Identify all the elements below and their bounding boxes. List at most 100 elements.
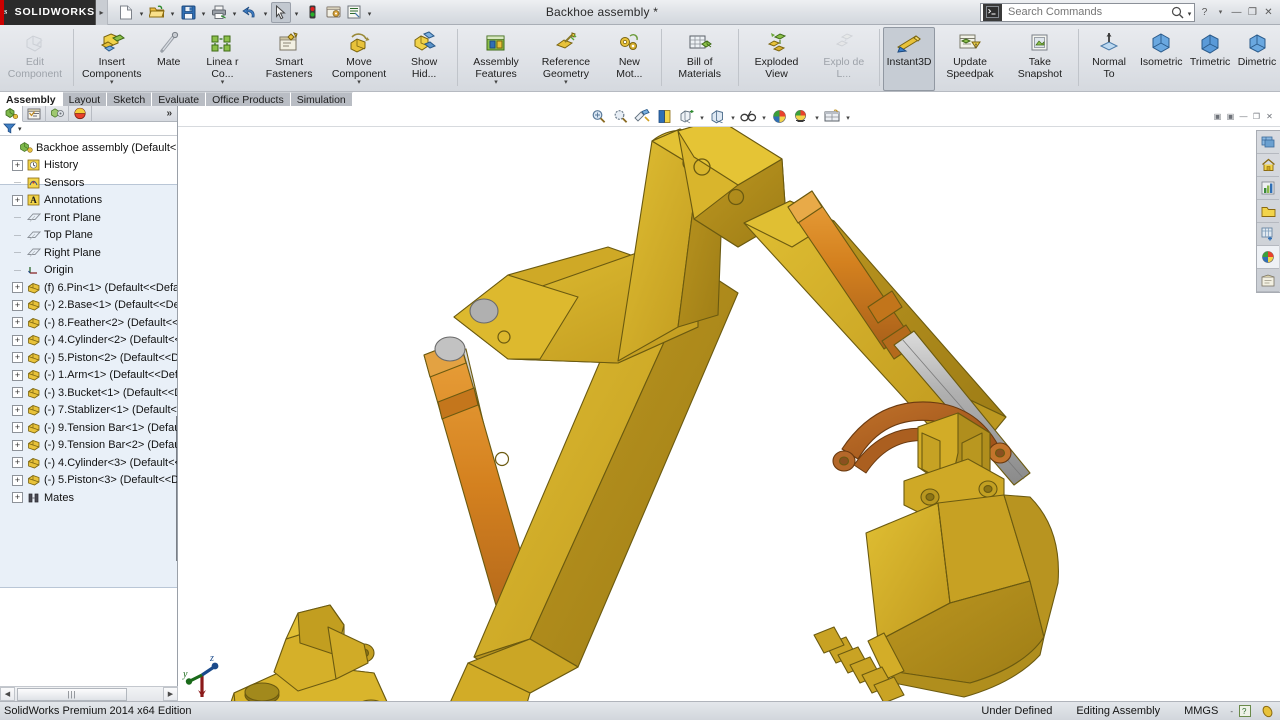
file-properties-button[interactable] (344, 2, 364, 23)
tree-item-sensors[interactable]: —Sensors (2, 174, 177, 192)
solidworks-logo[interactable]: ƋS SOLIDWORKS (0, 0, 96, 25)
tree-expand-toggle[interactable]: + (12, 457, 23, 468)
zoom-to-area-button[interactable] (610, 107, 631, 126)
instant3d-button[interactable]: Instant3D (883, 27, 935, 91)
assembly-features-caret[interactable]: ▾ (494, 80, 498, 86)
section-view-button[interactable] (632, 107, 653, 126)
dimetric-button[interactable]: Dimetric (1234, 27, 1280, 91)
rail-item-view-palette[interactable] (1257, 131, 1279, 154)
tab-evaluate[interactable]: Evaluate (152, 92, 206, 106)
tree-item-piston-3[interactable]: +(-) 5.Piston<3> (Default<<D (2, 472, 177, 490)
tree-item-top-plane[interactable]: —Top Plane (2, 227, 177, 245)
search-scope-icon[interactable] (983, 4, 1002, 21)
linear-component-pattern-caret[interactable]: ▾ (221, 80, 225, 86)
tree-expand-toggle[interactable]: + (12, 300, 23, 311)
tree-item-bucket[interactable]: +(-) 3.Bucket<1> (Default<<D (2, 384, 177, 402)
units-label[interactable]: MMGS (1172, 703, 1230, 720)
display-style-caret[interactable]: ▾ (698, 107, 706, 126)
graphics-viewport[interactable]: z y x (178, 127, 1280, 701)
normal-to-button[interactable]: Normal To (1082, 27, 1137, 91)
undo-button[interactable] (240, 2, 260, 23)
tree-item-annotations[interactable]: +AAnnotations (2, 192, 177, 210)
search-caret[interactable]: ▾ (1185, 2, 1194, 23)
move-component-button[interactable]: Move Component▾ (324, 27, 394, 91)
help-dropdown-caret[interactable]: ▾ (1213, 3, 1228, 21)
tree-root-backhoe-assembly[interactable]: Backhoe assembly (Default<D (2, 139, 177, 157)
update-speedpak-button[interactable]: Update Speedpak (935, 27, 1005, 91)
tree-horizontal-scrollbar[interactable]: ◀ ||| ▶ (0, 686, 178, 701)
tree-expand-toggle[interactable]: + (12, 160, 23, 171)
tree-expand-toggle[interactable]: + (12, 335, 23, 346)
minimize-doc-button[interactable]: — (1238, 111, 1249, 122)
viewport-caret[interactable]: ▾ (844, 107, 852, 126)
property-manager-tab[interactable] (23, 106, 46, 122)
tree-expand-toggle[interactable]: + (12, 317, 23, 328)
minimize-window-button[interactable]: — (1229, 3, 1244, 21)
hide-show-items-caret[interactable]: ▾ (729, 107, 737, 126)
tile-doc-button[interactable]: ▣ (1225, 111, 1236, 122)
reference-geometry-button[interactable]: Reference Geometry▾ (531, 27, 601, 91)
view-settings-caret[interactable]: ▾ (813, 107, 821, 126)
menu-expand-arrow[interactable]: ▸ (96, 0, 108, 25)
tree-item-front-plane[interactable]: —Front Plane (2, 209, 177, 227)
new-motion-study-button[interactable]: New Mot... (601, 27, 658, 91)
tree-expand-toggle[interactable]: + (12, 195, 23, 206)
view-orientation-button[interactable] (654, 107, 675, 126)
open-document-button[interactable] (147, 2, 167, 23)
scroll-thumb[interactable]: ||| (17, 688, 127, 701)
tree-expand-toggle[interactable]: + (12, 492, 23, 503)
edit-component-button[interactable]: Edit Component (0, 27, 70, 91)
tree-item-history[interactable]: +History (2, 157, 177, 175)
tree-expand-toggle[interactable]: + (12, 352, 23, 363)
rail-item-file-explorer[interactable] (1257, 200, 1279, 223)
tree-expand-toggle[interactable]: + (12, 282, 23, 293)
show-hidden-components-button[interactable]: Show Hid... (394, 27, 454, 91)
tab-sketch[interactable]: Sketch (107, 92, 152, 106)
tree-expand-toggle[interactable]: + (12, 405, 23, 416)
explode-line-sketch-button[interactable]: Explo de L... (811, 27, 876, 91)
units-caret[interactable]: - (1230, 707, 1239, 716)
display-manager-tab[interactable] (69, 106, 92, 122)
rebuild-button[interactable] (302, 2, 322, 23)
smart-fasteners-button[interactable]: Smart Fasteners (254, 27, 324, 91)
open-document-caret[interactable]: ▾ (168, 2, 177, 23)
file-properties-caret[interactable]: ▾ (365, 2, 374, 23)
tree-item-right-plane[interactable]: —Right Plane (2, 244, 177, 262)
search-input[interactable] (1004, 6, 1169, 18)
tree-filter-bar[interactable]: ▾ (0, 122, 177, 136)
help-button[interactable]: ? (1197, 3, 1212, 21)
tree-expand-toggle[interactable]: + (12, 475, 23, 486)
tree-item-pin[interactable]: +(f) 6.Pin<1> (Default<<Defa (2, 279, 177, 297)
move-component-caret[interactable]: ▾ (357, 80, 361, 86)
tree-expand-toggle[interactable]: + (12, 422, 23, 433)
restore-down-doc-button[interactable]: ❐ (1251, 111, 1262, 122)
sheet-icon[interactable] (1261, 705, 1274, 718)
apply-scene-button[interactable] (769, 107, 790, 126)
tab-office-products[interactable]: Office Products (206, 92, 291, 106)
assembly-features-button[interactable]: Assembly Features▾ (461, 27, 531, 91)
search-commands[interactable]: ▾ (980, 3, 1195, 22)
close-window-button[interactable]: ✕ (1261, 3, 1276, 21)
rail-item-custom-properties[interactable] (1257, 269, 1279, 292)
feature-manager-tab[interactable] (0, 106, 23, 122)
display-style-button[interactable] (676, 107, 697, 126)
tab-simulation[interactable]: Simulation (291, 92, 353, 106)
tree-item-tension-bar-1[interactable]: +(-) 9.Tension Bar<1> (Defaul (2, 419, 177, 437)
new-document-button[interactable] (116, 2, 136, 23)
rail-item-design-library[interactable] (1257, 177, 1279, 200)
tree-item-mates[interactable]: +Mates (2, 489, 177, 507)
select-tool-caret[interactable]: ▾ (292, 2, 301, 23)
search-magnifier-icon[interactable] (1169, 6, 1185, 19)
viewport-button[interactable] (822, 107, 843, 126)
trimetric-button[interactable]: Trimetric (1186, 27, 1234, 91)
tree-item-feather[interactable]: +(-) 8.Feather<2> (Default<<l (2, 314, 177, 332)
bill-of-materials-button[interactable]: Bill of Materials (665, 27, 735, 91)
undo-caret[interactable]: ▾ (261, 2, 270, 23)
restore-doc-button[interactable]: ▣ (1212, 111, 1223, 122)
tree-item-base[interactable]: +(-) 2.Base<1> (Default<<Def (2, 297, 177, 315)
hide-show-items-button[interactable] (707, 107, 728, 126)
tab-layout[interactable]: Layout (63, 92, 108, 106)
new-document-caret[interactable]: ▾ (137, 2, 146, 23)
print-document-button[interactable] (209, 2, 229, 23)
tree-item-cylinder-2[interactable]: +(-) 4.Cylinder<2> (Default<< (2, 332, 177, 350)
